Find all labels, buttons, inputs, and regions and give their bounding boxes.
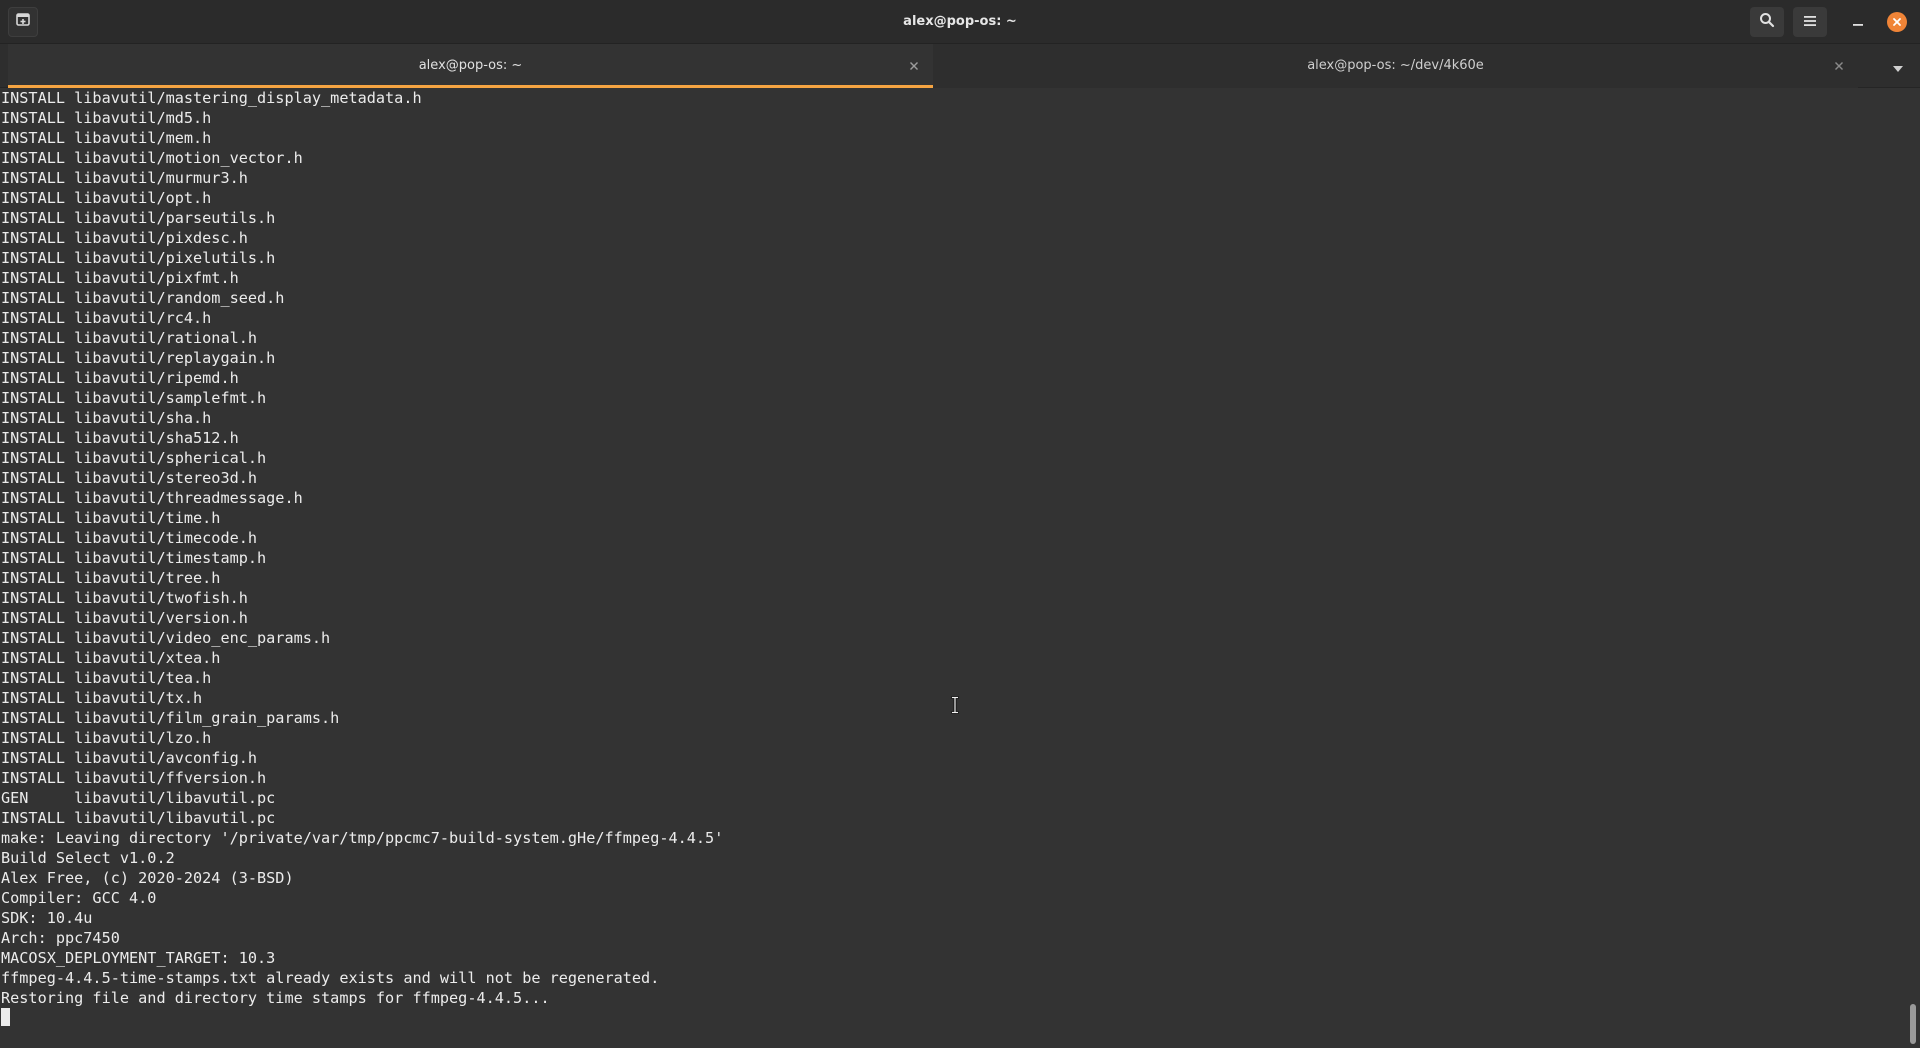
terminal-line: INSTALL libavutil/ripemd.h bbox=[1, 369, 239, 387]
terminal-line: MACOSX_DEPLOYMENT_TARGET: 10.3 bbox=[1, 949, 276, 967]
terminal-line: INSTALL libavutil/tea.h bbox=[1, 669, 212, 687]
terminal-line: Arch: ppc7450 bbox=[1, 929, 120, 947]
terminal-line: SDK: 10.4u bbox=[1, 909, 93, 927]
minimize-icon bbox=[1852, 13, 1864, 32]
tab-bar: alex@pop-os: ~ alex@pop-os: ~/dev/4k60e bbox=[0, 44, 1920, 88]
terminal-line: INSTALL libavutil/spherical.h bbox=[1, 449, 267, 467]
terminal-line: INSTALL libavutil/tree.h bbox=[1, 569, 221, 587]
terminal-line: make: Leaving directory '/private/var/tm… bbox=[1, 829, 724, 847]
terminal-line: INSTALL libavutil/rc4.h bbox=[1, 309, 212, 327]
terminal-line: Restoring file and directory time stamps… bbox=[1, 989, 550, 1007]
terminal-line: INSTALL libavutil/samplefmt.h bbox=[1, 389, 267, 407]
chevron-down-icon bbox=[1892, 58, 1904, 77]
terminal-line: INSTALL libavutil/parseutils.h bbox=[1, 209, 276, 227]
terminal-line: INSTALL libavutil/motion_vector.h bbox=[1, 149, 303, 167]
terminal-line: INSTALL libavutil/ffversion.h bbox=[1, 769, 267, 787]
minimize-button[interactable] bbox=[1843, 7, 1873, 37]
close-window-button[interactable] bbox=[1882, 7, 1912, 37]
terminal-line: INSTALL libavutil/pixdesc.h bbox=[1, 229, 248, 247]
terminal-line: INSTALL libavutil/tx.h bbox=[1, 689, 203, 707]
terminal-line: INSTALL libavutil/rational.h bbox=[1, 329, 258, 347]
tab-label: alex@pop-os: ~ bbox=[418, 58, 523, 73]
terminal-line: INSTALL libavutil/lzo.h bbox=[1, 729, 212, 747]
terminal-cursor-line bbox=[1, 1008, 723, 1028]
terminal-window: alex@pop-os: ~ alex@pop-os: ~ alex@pop-o… bbox=[0, 0, 1920, 1048]
terminal-line: INSTALL libavutil/murmur3.h bbox=[1, 169, 248, 187]
terminal-line: INSTALL libavutil/libavutil.pc bbox=[1, 809, 276, 827]
terminal-line: INSTALL libavutil/video_enc_params.h bbox=[1, 629, 331, 647]
terminal-line: INSTALL libavutil/stereo3d.h bbox=[1, 469, 258, 487]
window-title: alex@pop-os: ~ bbox=[903, 14, 1017, 29]
terminal-line: INSTALL libavutil/mem.h bbox=[1, 129, 212, 147]
ibeam-cursor-icon bbox=[950, 696, 960, 714]
terminal-line: INSTALL libavutil/sha.h bbox=[1, 409, 212, 427]
text-cursor bbox=[1, 1008, 10, 1026]
terminal-line: INSTALL libavutil/xtea.h bbox=[1, 649, 221, 667]
menu-button[interactable] bbox=[1793, 7, 1827, 37]
terminal-line: Build Select v1.0.2 bbox=[1, 849, 175, 867]
terminal-output[interactable]: INSTALL libavutil/mastering_display_meta… bbox=[0, 88, 1904, 1048]
terminal-line: INSTALL libavutil/time.h bbox=[1, 509, 221, 527]
terminal-line: INSTALL libavutil/random_seed.h bbox=[1, 289, 285, 307]
terminal-line: INSTALL libavutil/version.h bbox=[1, 609, 248, 627]
hamburger-menu-icon bbox=[1803, 13, 1817, 32]
terminal-line: Compiler: GCC 4.0 bbox=[1, 889, 157, 907]
terminal-line: INSTALL libavutil/pixelutils.h bbox=[1, 249, 276, 267]
tab-close-button[interactable] bbox=[905, 56, 923, 74]
terminal-line: INSTALL libavutil/pixfmt.h bbox=[1, 269, 239, 287]
new-tab-button[interactable] bbox=[8, 7, 38, 37]
search-button[interactable] bbox=[1750, 7, 1784, 37]
terminal-lines: INSTALL libavutil/mastering_display_meta… bbox=[1, 88, 723, 1028]
terminal-line: INSTALL libavutil/timecode.h bbox=[1, 529, 258, 547]
tab-4k60e[interactable]: alex@pop-os: ~/dev/4k60e bbox=[933, 44, 1858, 88]
close-icon bbox=[909, 56, 919, 75]
close-icon bbox=[1834, 56, 1844, 75]
terminal-line: INSTALL libavutil/opt.h bbox=[1, 189, 212, 207]
terminal-line: INSTALL libavutil/sha512.h bbox=[1, 429, 239, 447]
tab-close-button[interactable] bbox=[1830, 56, 1848, 74]
terminal-line: INSTALL libavutil/twofish.h bbox=[1, 589, 248, 607]
search-icon bbox=[1759, 12, 1775, 32]
terminal-line: INSTALL libavutil/replaygain.h bbox=[1, 349, 276, 367]
terminal-line: INSTALL libavutil/threadmessage.h bbox=[1, 489, 303, 507]
header-bar: alex@pop-os: ~ bbox=[0, 0, 1920, 44]
terminal-line: INSTALL libavutil/film_grain_params.h bbox=[1, 709, 340, 727]
terminal-line: INSTALL libavutil/md5.h bbox=[1, 109, 212, 127]
terminal-scrollbar[interactable] bbox=[1906, 88, 1920, 1048]
terminal-line: Alex Free, (c) 2020-2024 (3-BSD) bbox=[1, 869, 294, 887]
tab-overflow-button[interactable] bbox=[1886, 55, 1910, 79]
scrollbar-thumb[interactable] bbox=[1910, 1004, 1916, 1044]
new-tab-icon bbox=[15, 12, 31, 32]
tab-label: alex@pop-os: ~/dev/4k60e bbox=[1307, 58, 1484, 73]
terminal-line: ffmpeg-4.4.5-time-stamps.txt already exi… bbox=[1, 969, 660, 987]
tab-home[interactable]: alex@pop-os: ~ bbox=[8, 44, 933, 88]
terminal-line: GEN libavutil/libavutil.pc bbox=[1, 789, 276, 807]
terminal-line: INSTALL libavutil/timestamp.h bbox=[1, 549, 267, 567]
terminal-line: INSTALL libavutil/avconfig.h bbox=[1, 749, 258, 767]
terminal-line: INSTALL libavutil/mastering_display_meta… bbox=[1, 89, 422, 107]
close-icon bbox=[1887, 12, 1907, 32]
